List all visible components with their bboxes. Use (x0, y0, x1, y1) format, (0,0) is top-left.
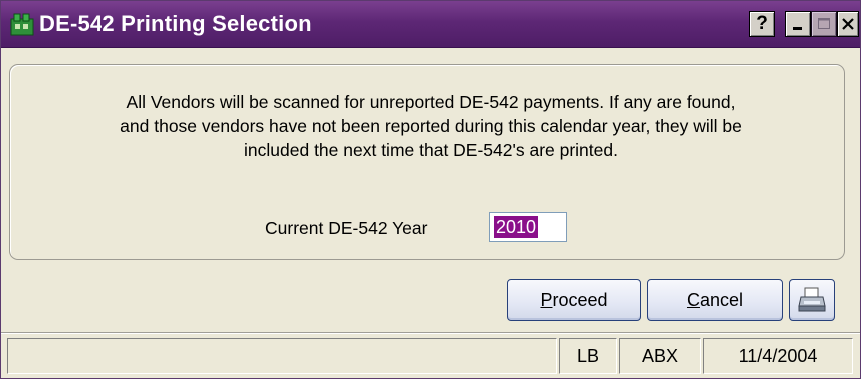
help-button[interactable]: ? (749, 11, 775, 37)
year-label: Current DE-542 Year (265, 218, 428, 238)
maximize-button[interactable] (811, 11, 837, 37)
window-title: DE-542 Printing Selection (39, 11, 312, 36)
close-icon (842, 18, 854, 30)
title-bar[interactable]: DE-542 Printing Selection ? (1, 1, 860, 48)
dialog-window: DE-542 Printing Selection ? All Vendors … (0, 0, 861, 379)
print-button[interactable] (789, 279, 835, 321)
info-message: All Vendors will be scanned for unreport… (120, 92, 742, 160)
status-user: LB (559, 338, 617, 374)
printer-icon (798, 287, 826, 312)
cancel-mnemonic: C (686, 289, 700, 310)
minimize-button[interactable] (785, 11, 811, 37)
cancel-button[interactable]: Cancel (647, 279, 783, 321)
status-message (7, 338, 557, 374)
cancel-label: ancel (699, 289, 744, 310)
proceed-mnemonic: P (540, 289, 553, 310)
maximize-icon (818, 18, 830, 29)
app-icon (9, 11, 35, 37)
proceed-button[interactable]: Proceed (507, 279, 641, 321)
year-value: 2010 (494, 216, 539, 238)
help-label: ? (756, 13, 768, 34)
proceed-label: roceed (552, 289, 608, 310)
status-divider (1, 332, 860, 334)
close-button[interactable] (837, 11, 859, 37)
status-company: ABX (619, 338, 701, 374)
status-date: 11/4/2004 (703, 338, 853, 374)
year-input[interactable]: 2010 (489, 212, 567, 242)
minimize-icon (793, 27, 802, 30)
